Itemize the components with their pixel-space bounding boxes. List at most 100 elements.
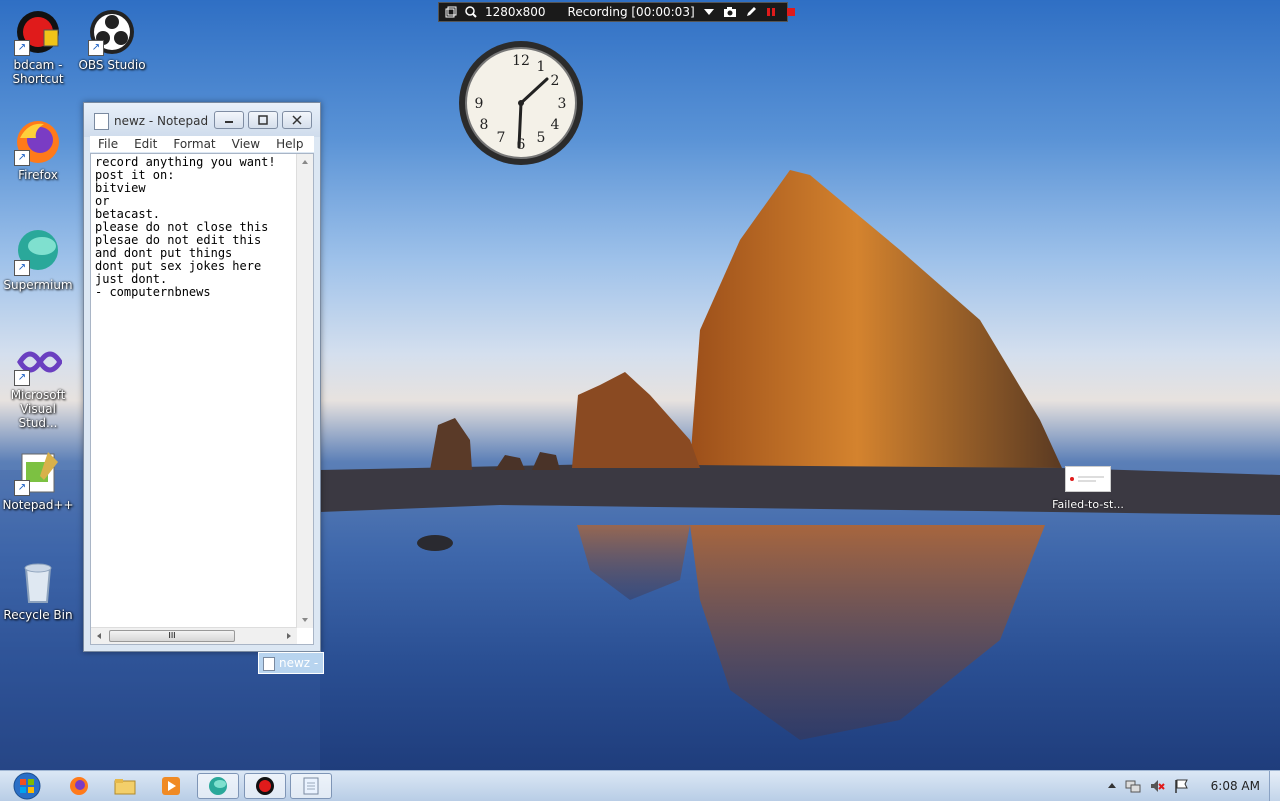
horizontal-scrollbar[interactable]: III <box>91 627 297 644</box>
shortcut-arrow-icon: ↗ <box>14 480 30 496</box>
close-icon <box>292 115 302 125</box>
menu-view[interactable]: View <box>224 136 268 152</box>
taskbar-firefox[interactable] <box>58 773 100 799</box>
notepad-text-area[interactable]: record anything you want! post it on: bi… <box>90 153 314 645</box>
taskbar-clock[interactable]: 6:08 AM <box>1211 779 1260 793</box>
minimize-icon <box>225 121 233 123</box>
desktop-wallpaper: ↗ bdcam - Shortcut ↗ OBS Studio ↗ Firefo… <box>0 0 1280 770</box>
folder-icon <box>114 779 136 795</box>
stop-icon[interactable] <box>785 5 797 19</box>
menu-format[interactable]: Format <box>165 136 223 152</box>
recording-status: Recording [00:00:03] <box>567 5 695 19</box>
menu-file[interactable]: File <box>90 136 126 152</box>
start-button[interactable] <box>10 772 44 800</box>
svg-text:9: 9 <box>475 96 484 112</box>
svg-text:4: 4 <box>551 117 560 133</box>
notepad-window[interactable]: newz - Notepad File Edit Format View Hel… <box>83 102 321 652</box>
supermium-icon <box>209 777 227 795</box>
taskbar: 6:08 AM <box>0 770 1280 801</box>
firefox-icon: ↗ <box>14 118 62 166</box>
desktop-icon-failed-file[interactable]: Failed-to-st... <box>1048 466 1128 511</box>
desktop-icon-bdcam[interactable]: ↗ bdcam - Shortcut <box>0 8 76 86</box>
notepad-menubar: File Edit Format View Help <box>90 136 314 152</box>
camera-icon[interactable] <box>723 5 737 19</box>
pencil-icon[interactable] <box>745 5 757 19</box>
taskbar-media-player[interactable] <box>150 773 192 799</box>
vertical-scrollbar[interactable] <box>296 154 313 628</box>
svg-text:7: 7 <box>497 130 506 146</box>
scroll-thumb[interactable]: III <box>109 630 235 642</box>
scroll-left-icon[interactable] <box>91 628 107 644</box>
desktop-icon-label: bdcam - Shortcut <box>12 58 64 86</box>
desktop-icon-label: Notepad++ <box>2 498 74 512</box>
maximize-icon <box>258 115 268 125</box>
shortcut-arrow-icon: ↗ <box>14 40 30 56</box>
svg-text:2: 2 <box>551 73 560 89</box>
analog-clock-icon: 12 1 2 3 4 5 6 7 8 9 <box>459 41 583 165</box>
desktop-icon-label: OBS Studio <box>78 58 146 72</box>
notepad-icon <box>94 113 109 130</box>
supermium-icon: ↗ <box>14 228 62 276</box>
recycle-bin-icon <box>14 558 62 606</box>
desktop-icon-supermium[interactable]: ↗ Supermium <box>0 228 76 292</box>
pause-icon[interactable] <box>765 5 777 19</box>
show-desktop-button[interactable] <box>1269 771 1280 801</box>
firefox-icon <box>70 777 88 795</box>
windows-logo-icon <box>13 772 41 800</box>
network-icon[interactable] <box>1125 778 1141 794</box>
chevron-up-icon[interactable] <box>1107 781 1117 791</box>
notepad-titlebar[interactable]: newz - Notepad <box>84 103 320 137</box>
notepad-icon <box>263 656 275 671</box>
recording-resolution: 1280x800 <box>485 5 546 19</box>
document-icon <box>1065 466 1111 492</box>
notepad-icon <box>303 777 319 795</box>
scroll-down-icon[interactable] <box>297 612 313 628</box>
scroll-right-icon[interactable] <box>281 628 297 644</box>
menu-help[interactable]: Help <box>268 136 311 152</box>
taskbar-notepad[interactable] <box>290 773 332 799</box>
desktop-icon-label: Firefox <box>18 168 58 182</box>
shortcut-arrow-icon: ↗ <box>14 260 30 276</box>
desktop-icon-recycle-bin[interactable]: Recycle Bin <box>0 558 76 622</box>
recording-toolbar: 1280x800 Recording [00:00:03] <box>438 2 795 22</box>
notepad-preview-label: newz - N <box>279 656 323 670</box>
close-button[interactable] <box>282 111 312 129</box>
bandicam-icon <box>256 777 274 795</box>
desktop-icon-label: Microsoft Visual Stud... <box>10 388 66 430</box>
desktop-icon-label: Failed-to-st... <box>1052 498 1124 511</box>
action-center-flag-icon[interactable] <box>1173 778 1189 794</box>
svg-text:5: 5 <box>537 130 546 146</box>
svg-text:3: 3 <box>558 96 567 112</box>
bandicam-icon: ↗ <box>14 8 62 56</box>
notepad-drag-preview: newz - N <box>258 652 324 674</box>
scroll-up-icon[interactable] <box>297 154 313 170</box>
notepad-title: newz - Notepad <box>114 114 209 128</box>
minimize-button[interactable] <box>214 111 244 129</box>
desktop-icon-visual-studio[interactable]: ↗ Microsoft Visual Stud... <box>0 338 76 430</box>
volume-muted-icon[interactable] <box>1149 778 1165 794</box>
desktop-icon-firefox[interactable]: ↗ Firefox <box>0 118 76 182</box>
svg-text:1: 1 <box>537 59 546 75</box>
system-tray: 6:08 AM <box>1107 771 1280 801</box>
taskbar-supermium[interactable] <box>197 773 239 799</box>
obs-icon: ↗ <box>88 8 136 56</box>
zoom-icon[interactable] <box>465 5 477 19</box>
visual-studio-icon: ↗ <box>14 338 63 386</box>
desktop-icon-obs[interactable]: ↗ OBS Studio <box>74 8 150 72</box>
media-player-icon <box>162 777 180 795</box>
desktop-icon-label: Supermium <box>3 278 73 292</box>
maximize-button[interactable] <box>248 111 278 129</box>
shortcut-arrow-icon: ↗ <box>14 370 30 386</box>
chevron-down-icon[interactable] <box>703 5 715 19</box>
notepad-content[interactable]: record anything you want! post it on: bi… <box>95 156 295 299</box>
shortcut-arrow-icon: ↗ <box>14 150 30 166</box>
svg-text:12: 12 <box>512 53 530 69</box>
taskbar-explorer[interactable] <box>104 773 146 799</box>
menu-edit[interactable]: Edit <box>126 136 165 152</box>
notepadpp-icon: ↗ <box>14 448 62 496</box>
shortcut-arrow-icon: ↗ <box>88 40 104 56</box>
window-select-icon[interactable] <box>445 5 457 19</box>
desktop-icon-notepadpp[interactable]: ↗ Notepad++ <box>0 448 76 512</box>
clock-gadget[interactable]: 12 1 2 3 4 5 6 7 8 9 <box>457 39 585 167</box>
taskbar-bandicam[interactable] <box>244 773 286 799</box>
